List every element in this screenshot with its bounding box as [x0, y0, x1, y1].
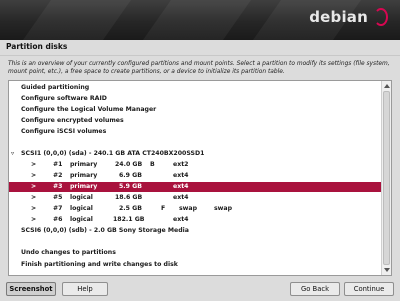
- menu-item-label: Undo changes to partitions: [21, 249, 116, 256]
- partition-filesystem: ext4: [173, 216, 189, 223]
- debian-logo-text: debian: [309, 8, 368, 26]
- partition-row[interactable]: > #6 logical 182.1 GB ext4: [9, 215, 381, 225]
- partition-filesystem: ext4: [173, 183, 189, 190]
- screenshot-button[interactable]: Screenshot: [6, 282, 56, 296]
- row-arrow: >: [31, 194, 37, 201]
- menu-item-label: Finish partitioning and write changes to…: [21, 261, 178, 268]
- partition-row[interactable]: > #5 logical 18.6 GB ext4: [9, 193, 381, 203]
- partition-number: #3: [53, 183, 63, 190]
- row-arrow: >: [31, 172, 37, 179]
- page-title: Partition disks: [6, 42, 68, 51]
- partition-type: primary: [70, 161, 98, 168]
- menu-configure-lvm[interactable]: Configure the Logical Volume Manager: [9, 105, 381, 115]
- row-arrow: >: [31, 183, 37, 190]
- description-text: This is an overview of your currently co…: [8, 61, 390, 75]
- banner-stripe: [8, 0, 132, 40]
- menu-item-label: Configure iSCSI volumes: [21, 128, 107, 135]
- menu-configure-encrypted[interactable]: Configure encrypted volumes: [9, 116, 381, 126]
- continue-button[interactable]: Continue: [344, 282, 394, 296]
- partition-size: 18.6 GB: [115, 194, 143, 201]
- finish-partitioning-item[interactable]: Finish partitioning and write changes to…: [9, 260, 381, 270]
- partition-number: #5: [53, 194, 63, 201]
- partition-size: 2.5 GB: [119, 205, 142, 212]
- partition-filesystem: swap: [179, 205, 198, 212]
- scroll-down-arrow-icon[interactable]: [384, 268, 390, 272]
- partition-row-selected[interactable]: > #3 primary 5.9 GB ext4: [9, 182, 381, 192]
- partition-row[interactable]: > #2 primary 6.9 GB ext4: [9, 171, 381, 181]
- partition-number: #6: [53, 216, 63, 223]
- screenshot-button-label: Screenshot: [9, 285, 53, 293]
- partition-size: 6.9 GB: [119, 172, 142, 179]
- partition-size: 5.9 GB: [119, 183, 142, 190]
- scrollbar[interactable]: [381, 81, 391, 275]
- banner-stripe: [128, 0, 252, 40]
- expand-toggle-icon: ▿: [11, 150, 15, 157]
- partition-list[interactable]: Guided partitioning Configure software R…: [8, 80, 392, 276]
- go-back-button[interactable]: Go Back: [290, 282, 340, 296]
- partition-type: logical: [70, 194, 93, 201]
- partition-size: 24.0 GB: [115, 161, 143, 168]
- menu-configure-raid[interactable]: Configure software RAID: [9, 94, 381, 104]
- partition-type: logical: [70, 216, 93, 223]
- disk-sdb[interactable]: SCSI6 (0,0,0) (sdb) - 2.0 GB Sony Storag…: [9, 226, 381, 236]
- disk-sda[interactable]: ▿ SCSI1 (0,0,0) (sda) - 240.1 GB ATA CT2…: [9, 149, 381, 159]
- title-bar: Partition disks: [0, 40, 400, 56]
- menu-configure-iscsi[interactable]: Configure iSCSI volumes: [9, 127, 381, 137]
- partition-mount: swap: [214, 205, 233, 212]
- row-arrow: >: [31, 216, 37, 223]
- partition-number: #7: [53, 205, 63, 212]
- partition-size: 182.1 GB: [113, 216, 145, 223]
- partition-row[interactable]: > #7 logical 2.5 GB F swap swap: [9, 204, 381, 214]
- menu-guided-partitioning[interactable]: Guided partitioning: [9, 83, 381, 93]
- banner: debian: [0, 0, 400, 40]
- menu-item-label: Configure software RAID: [21, 95, 107, 102]
- continue-button-label: Continue: [353, 285, 385, 293]
- partition-type: primary: [70, 183, 98, 190]
- row-arrow: >: [31, 205, 37, 212]
- menu-item-label: Configure the Logical Volume Manager: [21, 106, 157, 113]
- partition-number: #1: [53, 161, 63, 168]
- help-button[interactable]: Help: [62, 282, 108, 296]
- menu-item-label: Guided partitioning: [21, 84, 90, 91]
- partition-filesystem: ext4: [173, 172, 189, 179]
- partition-flag: B: [150, 161, 155, 168]
- scrollbar-thumb[interactable]: [383, 91, 390, 265]
- partition-filesystem: ext2: [173, 161, 189, 168]
- partition-filesystem: ext4: [173, 194, 189, 201]
- disk-label: SCSI6 (0,0,0) (sdb) - 2.0 GB Sony Storag…: [21, 227, 189, 234]
- menu-item-label: Configure encrypted volumes: [21, 117, 124, 124]
- partition-number: #2: [53, 172, 63, 179]
- undo-changes-item[interactable]: Undo changes to partitions: [9, 248, 381, 258]
- disk-label: SCSI1 (0,0,0) (sda) - 240.1 GB ATA CT240…: [21, 150, 205, 157]
- partition-type: primary: [70, 172, 98, 179]
- partition-type: logical: [70, 205, 93, 212]
- row-arrow: >: [31, 161, 37, 168]
- debian-swirl-icon: [374, 8, 388, 26]
- go-back-button-label: Go Back: [300, 285, 330, 293]
- scroll-up-arrow-icon[interactable]: [384, 84, 390, 88]
- partition-row[interactable]: > #1 primary 24.0 GB B ext2: [9, 160, 381, 170]
- partition-flag: F: [161, 205, 166, 212]
- help-button-label: Help: [77, 285, 93, 293]
